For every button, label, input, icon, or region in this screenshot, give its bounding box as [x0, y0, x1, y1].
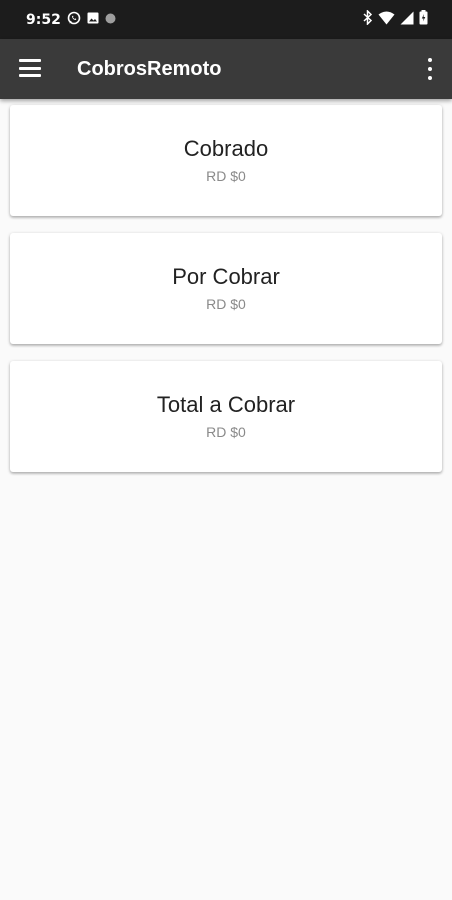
more-vert-icon[interactable]: [426, 58, 434, 80]
card-title: Total a Cobrar: [156, 392, 296, 417]
card-title: Cobrado: [183, 136, 269, 161]
bluetooth-icon: [363, 9, 373, 29]
card-value: RD $0: [206, 424, 246, 440]
app-title: CobrosRemoto: [77, 58, 222, 80]
status-right: [363, 9, 428, 29]
signal-icon: [400, 10, 414, 29]
wifi-icon: [378, 10, 395, 29]
app-bar: CobrosRemoto: [0, 39, 452, 99]
battery-icon: [419, 10, 428, 29]
dot-icon: [105, 12, 116, 28]
card-value: RD $0: [206, 296, 246, 312]
card-cobrado[interactable]: Cobrado RD $0: [10, 105, 442, 216]
image-icon: [87, 12, 99, 28]
card-por-cobrar[interactable]: Por Cobrar RD $0: [10, 233, 442, 344]
hamburger-menu-icon[interactable]: [19, 59, 41, 77]
status-left: 9:52: [26, 11, 116, 29]
status-time: 9:52: [26, 11, 61, 28]
card-title: Por Cobrar: [172, 264, 280, 289]
card-total-a-cobrar[interactable]: Total a Cobrar RD $0: [10, 361, 442, 472]
status-bar: 9:52: [0, 0, 452, 39]
whatsapp-icon: [67, 11, 81, 29]
card-value: RD $0: [206, 168, 246, 184]
